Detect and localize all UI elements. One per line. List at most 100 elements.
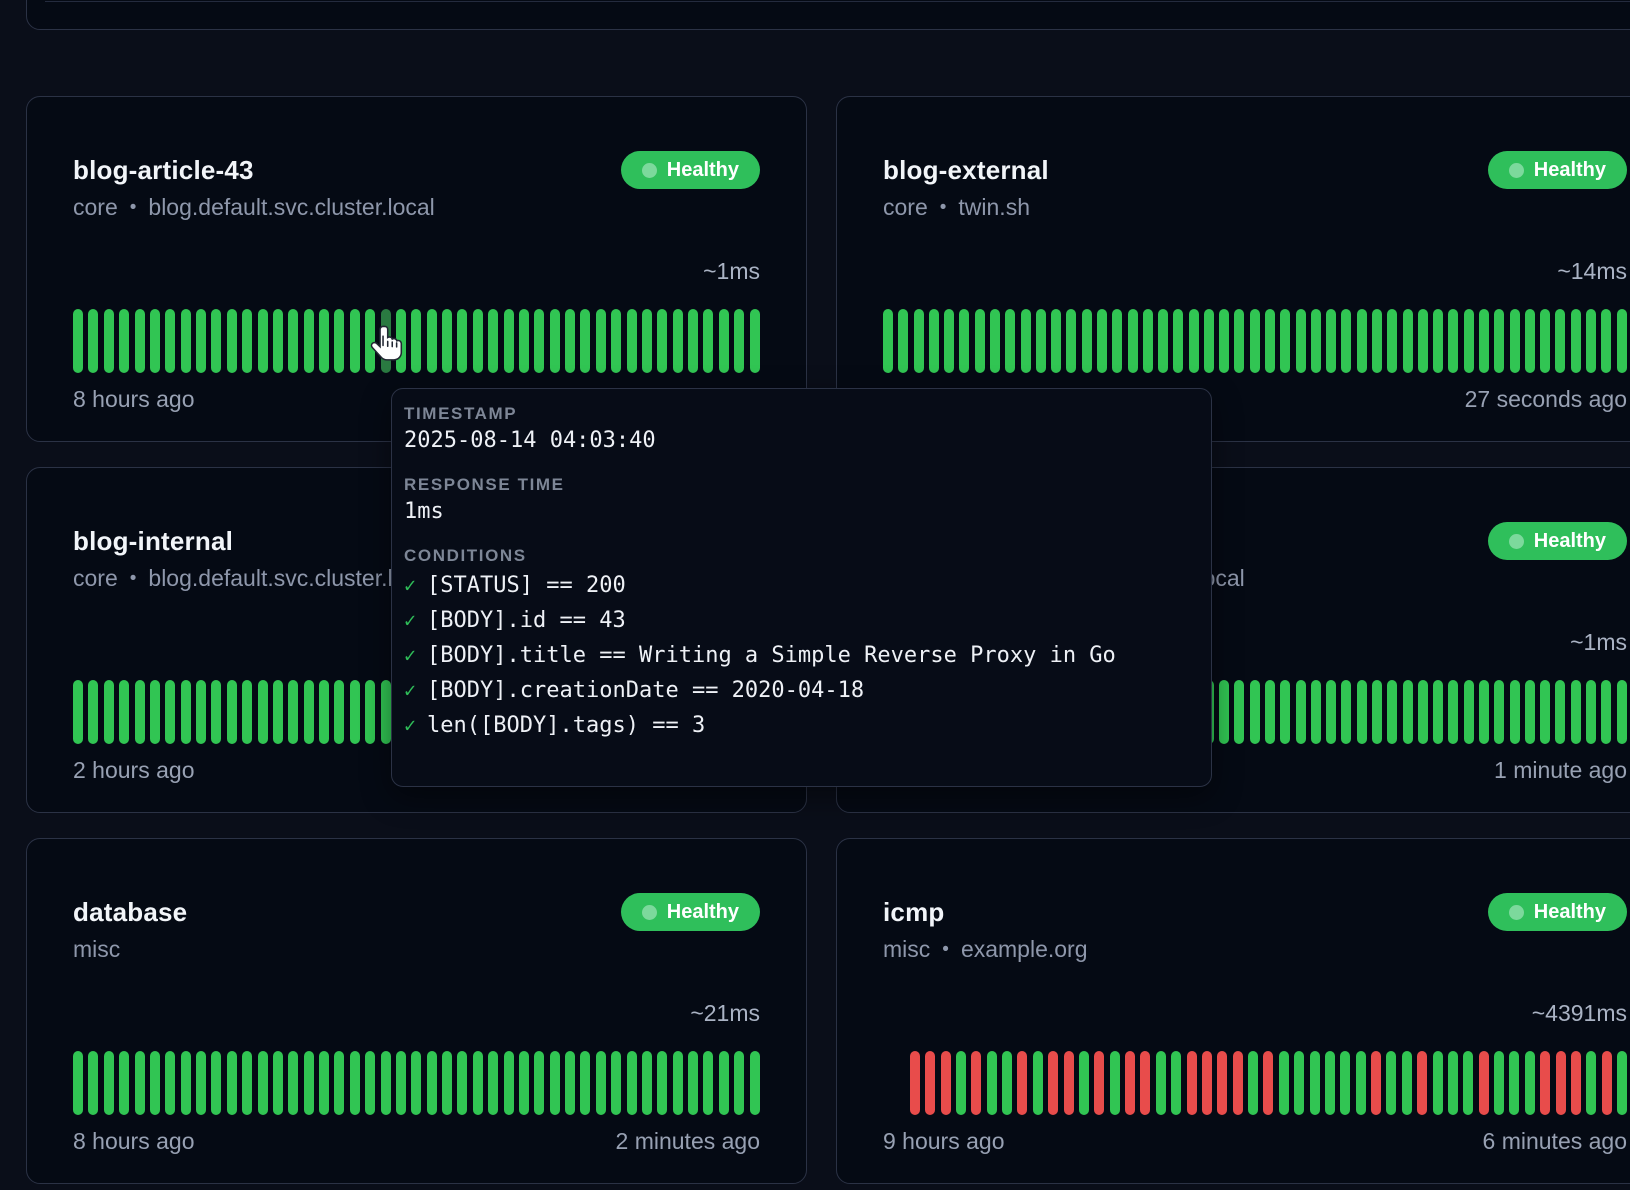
- status-bar[interactable]: [119, 309, 129, 373]
- status-bar[interactable]: [211, 680, 221, 744]
- status-bar[interactable]: [1296, 680, 1306, 744]
- status-bar[interactable]: [898, 309, 908, 373]
- status-bar[interactable]: [519, 309, 529, 373]
- status-bar[interactable]: [150, 680, 160, 744]
- status-bar[interactable]: [150, 309, 160, 373]
- status-bar[interactable]: [1110, 1051, 1120, 1115]
- status-bar[interactable]: [211, 309, 221, 373]
- status-bar[interactable]: [1202, 1051, 1212, 1115]
- status-bar[interactable]: [1171, 1051, 1181, 1115]
- status-bar[interactable]: [350, 680, 360, 744]
- status-bar[interactable]: [914, 309, 924, 373]
- status-bar[interactable]: [227, 309, 237, 373]
- status-bar[interactable]: [750, 309, 760, 373]
- status-bar[interactable]: [1479, 309, 1489, 373]
- status-bar[interactable]: [1403, 680, 1413, 744]
- status-bar[interactable]: [1250, 680, 1260, 744]
- status-bar[interactable]: [381, 1051, 391, 1115]
- status-bar[interactable]: [73, 680, 83, 744]
- status-bar[interactable]: [1617, 309, 1627, 373]
- status-bar[interactable]: [1094, 1051, 1104, 1115]
- status-bar[interactable]: [1340, 1051, 1350, 1115]
- status-bar[interactable]: [1464, 309, 1474, 373]
- status-bar[interactable]: [288, 1051, 298, 1115]
- status-bar[interactable]: [1219, 680, 1229, 744]
- status-bar[interactable]: [304, 1051, 314, 1115]
- status-bar[interactable]: [688, 1051, 698, 1115]
- status-bar[interactable]: [473, 1051, 483, 1115]
- status-bar[interactable]: [1341, 309, 1351, 373]
- status-bar[interactable]: [181, 1051, 191, 1115]
- status-bar[interactable]: [1326, 309, 1336, 373]
- status-bar[interactable]: [258, 680, 268, 744]
- status-bar[interactable]: [703, 309, 713, 373]
- status-bar[interactable]: [473, 309, 483, 373]
- status-bar[interactable]: [550, 1051, 560, 1115]
- status-bar[interactable]: [1158, 309, 1168, 373]
- status-bar[interactable]: [719, 309, 729, 373]
- status-bar[interactable]: [88, 680, 98, 744]
- status-bar[interactable]: [1112, 309, 1122, 373]
- status-bar[interactable]: [1494, 1051, 1504, 1115]
- status-bar[interactable]: [411, 1051, 421, 1115]
- status-bar[interactable]: [319, 309, 329, 373]
- status-bar[interactable]: [1263, 1051, 1273, 1115]
- status-bar[interactable]: [304, 309, 314, 373]
- status-bar[interactable]: [611, 309, 621, 373]
- status-bar[interactable]: [119, 680, 129, 744]
- status-bar[interactable]: [673, 309, 683, 373]
- status-bar[interactable]: [1079, 1051, 1089, 1115]
- status-bar[interactable]: [550, 309, 560, 373]
- status-bar[interactable]: [580, 1051, 590, 1115]
- status-bar[interactable]: [580, 309, 590, 373]
- status-bar[interactable]: [365, 680, 375, 744]
- status-bar[interactable]: [627, 309, 637, 373]
- status-bar[interactable]: [990, 309, 1000, 373]
- status-bar[interactable]: [941, 1051, 951, 1115]
- status-bar[interactable]: [1433, 680, 1443, 744]
- status-bar[interactable]: [1311, 309, 1321, 373]
- status-bar[interactable]: [1602, 1051, 1612, 1115]
- status-bar[interactable]: [596, 1051, 606, 1115]
- status-bar[interactable]: [1017, 1051, 1027, 1115]
- status-bar[interactable]: [135, 680, 145, 744]
- status-bar[interactable]: [411, 309, 421, 373]
- status-bar[interactable]: [1128, 309, 1138, 373]
- status-bar[interactable]: [242, 309, 252, 373]
- status-bar[interactable]: [1234, 680, 1244, 744]
- status-bar[interactable]: [288, 309, 298, 373]
- status-bar[interactable]: [1448, 1051, 1458, 1115]
- status-bar[interactable]: [956, 1051, 966, 1115]
- status-bar[interactable]: [1051, 309, 1061, 373]
- status-bar[interactable]: [971, 1051, 981, 1115]
- status-bar[interactable]: [734, 1051, 744, 1115]
- status-bar[interactable]: [1002, 1051, 1012, 1115]
- status-bar[interactable]: [1556, 1051, 1566, 1115]
- status-bar[interactable]: [104, 680, 114, 744]
- status-bar[interactable]: [565, 1051, 575, 1115]
- status-bar[interactable]: [534, 309, 544, 373]
- status-bar[interactable]: [442, 1051, 452, 1115]
- status-bar[interactable]: [196, 1051, 206, 1115]
- status-bar[interactable]: [381, 680, 391, 744]
- status-bar[interactable]: [1048, 1051, 1058, 1115]
- status-bar[interactable]: [734, 309, 744, 373]
- status-bar[interactable]: [319, 1051, 329, 1115]
- status-bar[interactable]: [181, 309, 191, 373]
- status-bar[interactable]: [104, 309, 114, 373]
- status-bar[interactable]: [627, 1051, 637, 1115]
- status-bar[interactable]: [1571, 1051, 1581, 1115]
- status-bar[interactable]: [1296, 309, 1306, 373]
- status-bar[interactable]: [73, 309, 83, 373]
- status-bar[interactable]: [1279, 1051, 1289, 1115]
- status-bar[interactable]: [1448, 309, 1458, 373]
- status-bar[interactable]: [442, 309, 452, 373]
- status-bar[interactable]: [703, 1051, 713, 1115]
- status-bar[interactable]: [258, 1051, 268, 1115]
- status-bar[interactable]: [1265, 309, 1275, 373]
- status-bar[interactable]: [1402, 1051, 1412, 1115]
- status-bar[interactable]: [1173, 309, 1183, 373]
- status-bar[interactable]: [657, 309, 667, 373]
- status-bar[interactable]: [1371, 1051, 1381, 1115]
- status-bar[interactable]: [1494, 309, 1504, 373]
